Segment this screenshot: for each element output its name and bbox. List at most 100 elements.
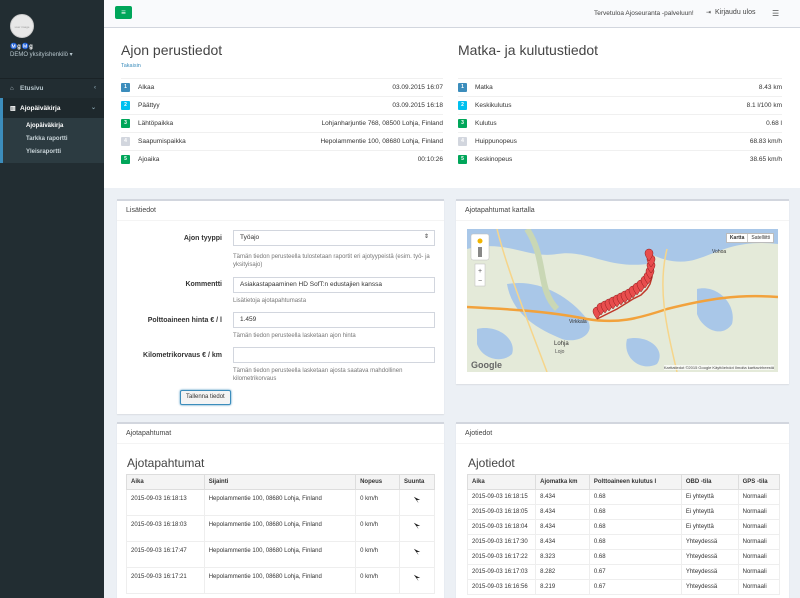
map-place-label: Virkkala bbox=[569, 319, 587, 325]
events-table: Aika Sijainti Nopeus Suunta 2015-09-03 16:1… bbox=[126, 474, 435, 594]
map-type-map-button[interactable]: Kartta bbox=[727, 234, 749, 242]
save-button[interactable]: Tallenna tiedot bbox=[180, 390, 231, 405]
trip-type-select[interactable]: Työajo ⇕ bbox=[233, 230, 435, 246]
table-row: 2015-09-03 16:17:22 8.323 0.68 Yhteydessä No… bbox=[466, 549, 781, 565]
map-type-control: Kartta Satelliitti bbox=[725, 233, 774, 243]
fuel-price-label: Polttoaineen hinta € / l bbox=[147, 317, 222, 324]
sidebar-item-label: Etusivu bbox=[20, 85, 44, 92]
table-cell: Ei yhteyttä bbox=[680, 504, 739, 520]
svg-text:−: − bbox=[478, 278, 482, 285]
column-header: Suunta bbox=[399, 474, 435, 490]
map-attribution[interactable]: Karttatiedot ©2015 Google Käyttöehdot Il… bbox=[663, 365, 774, 370]
direction-arrow-icon bbox=[413, 496, 421, 504]
table-row: 2015-09-03 16:17:47 Hepolammentie 100, 08… bbox=[126, 541, 435, 568]
back-link[interactable]: Takaisin bbox=[121, 63, 141, 69]
table-row: 2015-09-03 16:18:15 8.434 0.68 Ei yhteyttä N… bbox=[466, 489, 781, 505]
fuel-price-help: Tämän tiedon perusteella lasketaan ajon … bbox=[233, 333, 356, 339]
table-cell: Ei yhteyttä bbox=[680, 519, 739, 535]
info-row-value: Hepolammentie 100, 08680 Lohja, Finland bbox=[320, 138, 443, 145]
info-row: 3 Lähtöpaikka Lohjanharjuntie 768, 08500 L… bbox=[121, 114, 443, 132]
table-cell: 2015-09-03 16:17:22 bbox=[466, 549, 537, 565]
info-row-value: 03.09.2015 16:18 bbox=[392, 102, 443, 109]
info-row-value: 8.1 l/100 km bbox=[746, 102, 782, 109]
table-cell: 2015-09-03 16:18:04 bbox=[466, 519, 537, 535]
info-row-label: Matka bbox=[475, 84, 493, 91]
km-allowance-label: Kilometrikorvaus € / km bbox=[143, 352, 222, 359]
comment-input[interactable]: Asiakastapaaminen HD SofT:n edustajien k… bbox=[233, 277, 435, 293]
info-row-label: Päättyy bbox=[138, 102, 160, 109]
table-cell: Normaali bbox=[737, 519, 781, 535]
events-box: Ajotapahtumat Ajotapahtumat Aika Sijainti… bbox=[117, 422, 444, 598]
row-number-badge: 3 bbox=[458, 119, 467, 128]
map-place-label: Lohja bbox=[554, 341, 569, 347]
column-header: OBD -tila bbox=[680, 474, 739, 490]
menu-toggle-button[interactable]: ≡ bbox=[115, 6, 132, 19]
google-logo: Google bbox=[471, 360, 502, 370]
trip-type-help: Tämän tiedon perusteella tulostetaan rap… bbox=[233, 254, 430, 268]
fuel-price-input[interactable]: 1.459 bbox=[233, 312, 435, 328]
table-cell: 8.219 bbox=[535, 579, 590, 595]
table-row: 2015-09-03 16:18:04 8.434 0.68 Ei yhteyttä N… bbox=[466, 519, 781, 535]
logout-link[interactable]: ⇥ Kirjaudu ulos bbox=[706, 9, 756, 16]
column-header: Aika bbox=[126, 474, 205, 490]
tripdata-table-title: Ajotiedot bbox=[468, 456, 515, 470]
submenu-item-ajopaivakirja[interactable]: Ajopäiväkirja bbox=[3, 120, 104, 133]
info-row-value: 0.68 l bbox=[766, 120, 782, 127]
table-cell: Yhteydessä bbox=[680, 549, 739, 565]
info-row: 4 Saapumispaikka Hepolammentie 100, 08680 … bbox=[121, 132, 443, 150]
user-role-dropdown[interactable]: DEMO yksityishenkilö ▾ bbox=[10, 51, 73, 58]
table-cell: 0.68 bbox=[588, 489, 682, 505]
table-cell: Hepolammentie 100, 08680 Lohja, Finland bbox=[203, 567, 357, 594]
row-number-badge: 1 bbox=[458, 83, 467, 92]
svg-text:+: + bbox=[478, 268, 482, 275]
info-row-label: Keskikulutus bbox=[475, 102, 512, 109]
sidebar: user image Ⓜ️ǥ Ⓜ️ǥ DEMO yksityishenkilö … bbox=[0, 0, 104, 598]
row-number-badge: 2 bbox=[458, 101, 467, 110]
details-box-title: Lisätiedot bbox=[117, 201, 444, 221]
info-row-value: 03.09.2015 16:07 bbox=[392, 84, 443, 91]
trip-type-value: Työajo bbox=[240, 234, 260, 241]
trip-basic-title: Ajon perustiedot bbox=[121, 42, 223, 58]
route-map[interactable]: + − Kartta Satelliitti Google Karttatied… bbox=[467, 229, 778, 372]
control-sidebar-icon[interactable]: ☰ bbox=[772, 9, 779, 18]
info-row-value: 68.83 km/h bbox=[749, 138, 782, 145]
column-header: Sijainti bbox=[203, 474, 357, 490]
table-cell: 8.282 bbox=[535, 564, 590, 580]
table-cell: 0 km/h bbox=[355, 567, 400, 594]
user-panel: user image Ⓜ️ǥ Ⓜ️ǥ DEMO yksityishenkilö … bbox=[0, 0, 104, 78]
details-box: Lisätiedot Ajon tyyppi Työajo ⇕ Tämän ti… bbox=[117, 199, 444, 414]
table-cell: Hepolammentie 100, 08680 Lohja, Finland bbox=[203, 489, 357, 516]
table-cell: 0.68 bbox=[588, 549, 682, 565]
chevron-down-icon: ⌄ bbox=[90, 105, 96, 111]
chevron-left-icon: ‹ bbox=[94, 85, 96, 91]
table-cell: 8.323 bbox=[535, 549, 590, 565]
map-place-label: Lojo bbox=[555, 349, 565, 355]
info-row: 4 Huippunopeus 68.83 km/h bbox=[458, 132, 782, 150]
table-cell: 8.434 bbox=[535, 519, 590, 535]
info-row-value: 38.65 km/h bbox=[749, 156, 782, 163]
table-cell: 0 km/h bbox=[355, 515, 400, 542]
trip-type-label: Ajon tyyppi bbox=[183, 235, 222, 242]
info-row-label: Lähtöpaikka bbox=[138, 120, 174, 127]
logout-label: Kirjaudu ulos bbox=[715, 9, 756, 16]
sidebar-item-label: Ajopäiväkirja bbox=[20, 104, 61, 112]
info-row: 2 Päättyy 03.09.2015 16:18 bbox=[121, 96, 443, 114]
table-cell: 0 km/h bbox=[355, 541, 400, 568]
map-type-satellite-button[interactable]: Satelliitti bbox=[748, 234, 773, 242]
sidebar-item-ajopaivakirja[interactable]: ▥ Ajopäiväkirja ⌄ bbox=[0, 98, 104, 118]
user-name: Ⓜ️ǥ Ⓜ️ǥ bbox=[10, 44, 33, 50]
table-cell: Normaali bbox=[737, 579, 781, 595]
consumption-title: Matka- ja kulutustiedot bbox=[458, 42, 599, 58]
row-number-badge: 1 bbox=[121, 83, 130, 92]
table-cell: 2015-09-03 16:17:21 bbox=[126, 567, 205, 594]
table-cell: 2015-09-03 16:17:03 bbox=[466, 564, 537, 580]
submenu-item-yleisraportti[interactable]: Yleisraportti bbox=[3, 146, 104, 159]
sidebar-item-etusivu[interactable]: ⌂ Etusivu ‹ bbox=[0, 78, 104, 98]
table-row: 2015-09-03 16:18:03 Hepolammentie 100, 08… bbox=[126, 515, 435, 542]
events-table-title: Ajotapahtumat bbox=[127, 456, 205, 470]
submenu-item-tarkka-raportti[interactable]: Tarkka raportti bbox=[3, 133, 104, 146]
km-allowance-input[interactable] bbox=[233, 347, 435, 363]
direction-cell bbox=[399, 567, 435, 594]
table-cell: 0.67 bbox=[588, 564, 682, 580]
table-cell: Ei yhteyttä bbox=[680, 489, 739, 505]
